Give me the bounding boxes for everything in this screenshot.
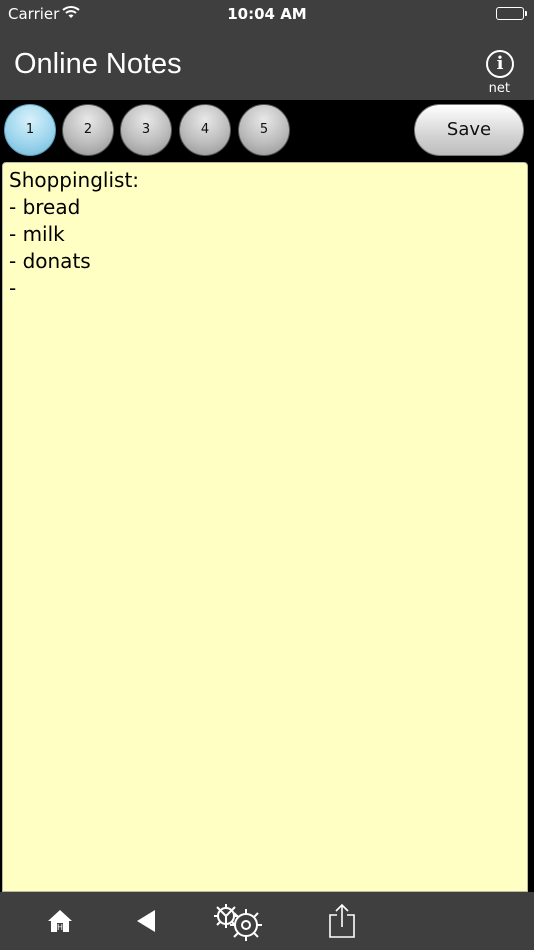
tab-note-1[interactable]: 1 <box>4 104 56 156</box>
page-title: Online Notes <box>14 48 182 80</box>
tab-note-4[interactable]: 4 <box>179 104 231 156</box>
bottom-toolbar: H <box>0 892 534 950</box>
navigation-bar: Online Notes i net <box>0 30 534 100</box>
info-button[interactable]: i <box>486 50 514 78</box>
tab-note-5[interactable]: 5 <box>238 104 290 156</box>
battery-icon <box>496 7 527 20</box>
home-icon[interactable]: H <box>40 892 80 950</box>
info-icon: i <box>496 53 504 74</box>
svg-text:H: H <box>57 923 63 932</box>
back-icon[interactable] <box>126 892 166 950</box>
status-time: 10:04 AM <box>227 5 307 23</box>
tab-note-3[interactable]: 3 <box>120 104 172 156</box>
status-bar: Carrier 10:04 AM <box>0 0 534 30</box>
settings-gears-icon[interactable] <box>208 892 266 950</box>
save-button[interactable]: Save <box>414 104 524 156</box>
share-icon[interactable] <box>322 892 362 950</box>
tab-note-2[interactable]: 2 <box>62 104 114 156</box>
info-caption: net <box>488 81 510 96</box>
note-text-area[interactable]: Shoppinglist: - bread - milk - donats - <box>2 162 528 892</box>
